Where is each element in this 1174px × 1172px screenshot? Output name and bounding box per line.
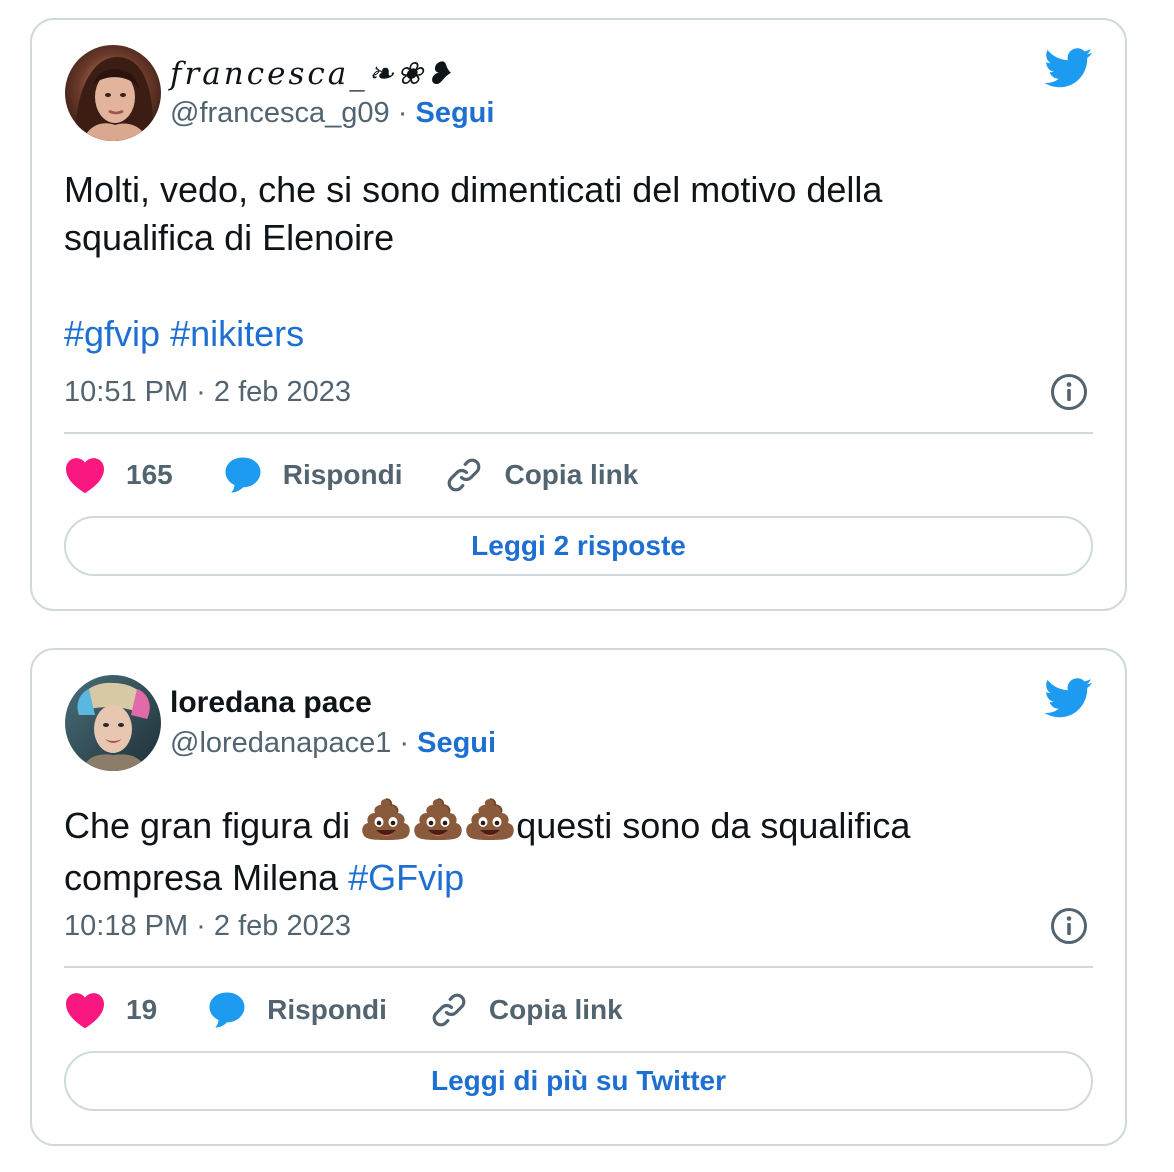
handle-row: @loredanapace1 · Segui [170, 727, 496, 760]
separator-dot: · [399, 727, 410, 759]
divider [64, 966, 1093, 968]
link-icon [448, 458, 481, 492]
tweet-card: francesca_❧❀❥ @francesca_g09 · Segui Mol… [30, 18, 1127, 611]
copy-link-button[interactable]: Copia link [429, 990, 623, 1030]
heart-icon [66, 993, 104, 1029]
like-button[interactable]: 165 [64, 456, 173, 494]
like-count: 19 [126, 994, 158, 1025]
heart-icon [66, 458, 104, 494]
copy-link-button[interactable]: Copia link [444, 455, 638, 495]
follow-button[interactable]: Segui [417, 727, 496, 759]
pile-of-poo-emoji [412, 796, 464, 854]
reply-button[interactable]: Rispondi [207, 990, 387, 1030]
link-icon [432, 993, 466, 1027]
pile-of-poo-emoji [360, 796, 412, 854]
user-handle[interactable]: @loredanapace1 [170, 727, 391, 759]
tweet-timestamp[interactable]: 10:18 PM · 2 feb 2023 [64, 910, 351, 943]
tweet-text: Molti, vedo, che si sono dimenticati del… [64, 166, 1094, 358]
twitter-bird-icon[interactable] [1045, 48, 1093, 88]
copy-link-label: Copia link [488, 994, 623, 1025]
tweet-text-segment: Che gran figura di [64, 805, 361, 846]
follow-button[interactable]: Segui [415, 97, 494, 129]
avatar[interactable] [65, 675, 161, 771]
reply-bubble-icon [225, 457, 261, 493]
info-icon[interactable] [1049, 906, 1089, 946]
reply-label: Rispondi [282, 459, 403, 490]
hashtag-link[interactable]: #gfvip [64, 313, 160, 354]
read-more-on-twitter-button[interactable]: Leggi di più su Twitter [64, 1051, 1093, 1111]
reply-button[interactable]: Rispondi [223, 455, 403, 495]
like-count: 165 [126, 459, 173, 490]
avatar[interactable] [65, 45, 161, 141]
copy-link-label: Copia link [504, 459, 639, 490]
divider [64, 432, 1093, 434]
like-button[interactable]: 19 [64, 991, 157, 1029]
tweet-actions: 165 Rispondi Copia link [64, 450, 638, 500]
tweet-text-line: Molti, vedo, che si sono dimenticati del… [64, 169, 883, 210]
display-name[interactable]: francesca_❧❀❥ [170, 56, 455, 92]
tweet-timestamp[interactable]: 10:51 PM · 2 feb 2023 [64, 376, 351, 409]
tweet-card: loredana pace @loredanapace1 · Segui Che… [30, 648, 1127, 1146]
info-icon[interactable] [1049, 372, 1089, 412]
tweet-text-line: squalifica di Elenoire [64, 217, 395, 258]
twitter-bird-icon[interactable] [1045, 678, 1093, 718]
tweet-text-segment: questi sono da squalifica [516, 805, 911, 846]
reply-label: Rispondi [267, 994, 387, 1025]
tweet-text: Che gran figura di questi sono da squali… [64, 796, 1094, 902]
user-handle[interactable]: @francesca_g09 [170, 97, 390, 129]
hashtag-link[interactable]: #nikiters [170, 313, 304, 354]
tweet-text-segment: compresa Milena [64, 857, 349, 898]
reply-bubble-icon [209, 992, 245, 1028]
display-name[interactable]: loredana pace [170, 686, 372, 720]
handle-row: @francesca_g09 · Segui [170, 97, 494, 130]
pile-of-poo-emoji [464, 796, 516, 854]
read-replies-button[interactable]: Leggi 2 risposte [64, 516, 1093, 576]
tweet-actions: 19 Rispondi Copia link [64, 985, 623, 1035]
hashtag-link[interactable]: #GFvip [348, 857, 464, 898]
separator-dot: · [397, 97, 408, 129]
